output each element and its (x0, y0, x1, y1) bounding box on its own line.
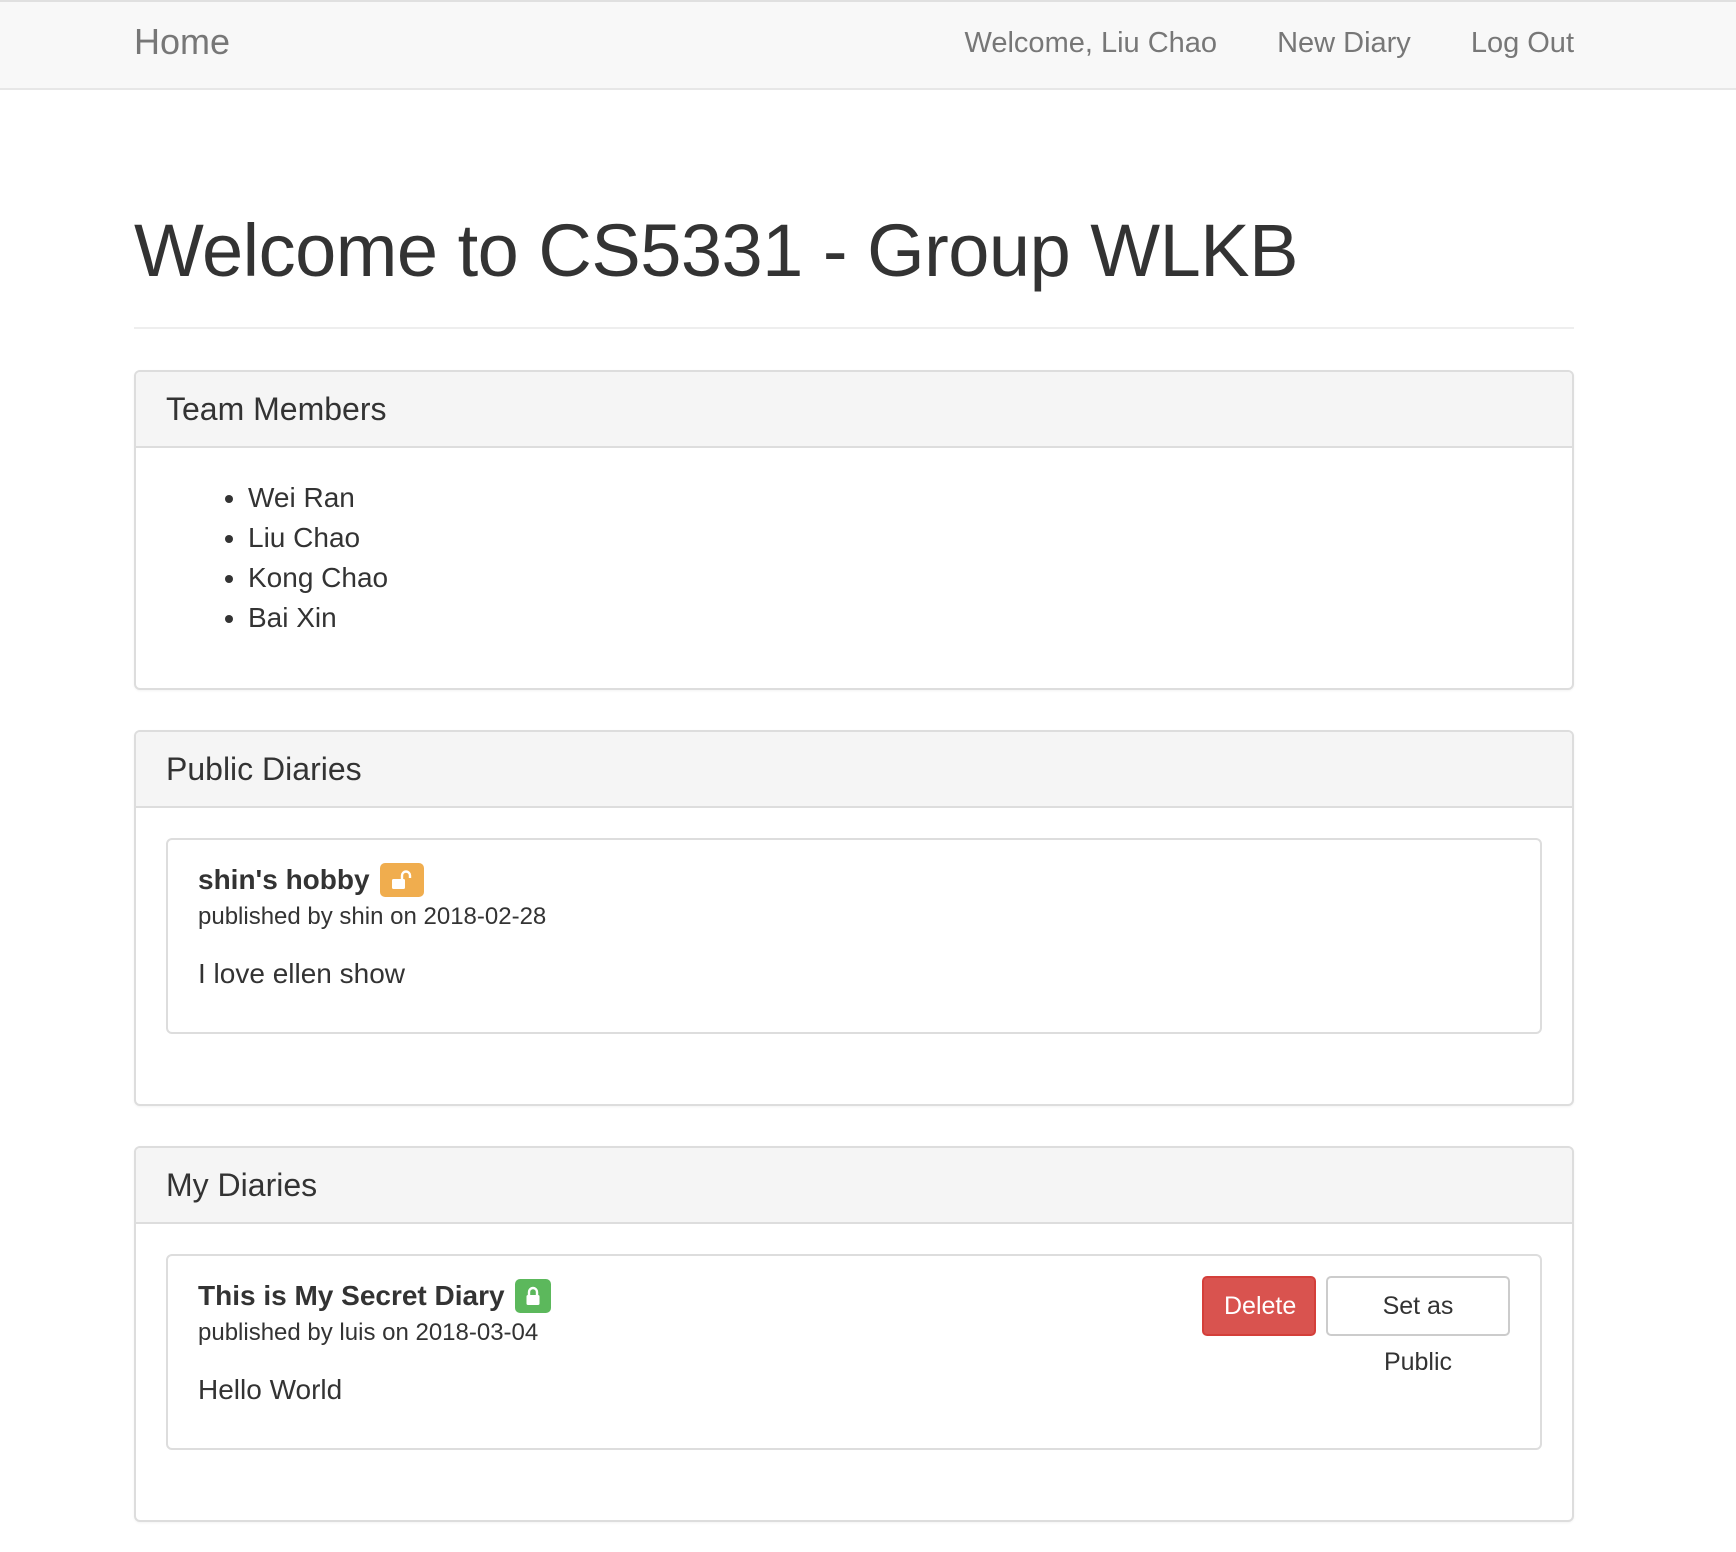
navbar-right: Welcome, Liu Chao New Diary Log Out (965, 24, 1574, 62)
diary-title: This is My Secret Diary (198, 1280, 505, 1311)
new-diary-link[interactable]: New Diary (1277, 24, 1411, 62)
diary-card: shin's hobby published by shin on 2018-0… (166, 838, 1542, 1034)
diary-meta: published by shin on 2018-02-28 (198, 903, 547, 930)
title-divider (134, 327, 1574, 329)
diary-content: I love ellen show (198, 958, 406, 989)
diary-title-row: This is My Secret Diary (198, 1278, 551, 1314)
panel-heading: Team Members (136, 372, 1572, 448)
list-item: Liu Chao (248, 518, 388, 558)
logout-link[interactable]: Log Out (1471, 24, 1574, 62)
set-public-button[interactable]: Set as Public (1326, 1276, 1510, 1376)
panel-heading: Public Diaries (136, 732, 1572, 808)
list-item: Wei Ran (248, 478, 388, 518)
diary-title-row: shin's hobby (198, 862, 424, 898)
public-diaries-panel: Public Diaries shin's hobby published by… (134, 730, 1574, 1106)
list-item: Bai Xin (248, 598, 388, 638)
team-members-panel: Team Members Wei Ran Liu Chao Kong Chao … (134, 370, 1574, 690)
diary-actions: Delete Set as Public (1202, 1276, 1510, 1376)
diary-title: shin's hobby (198, 864, 370, 895)
welcome-user-link[interactable]: Welcome, Liu Chao (965, 24, 1218, 62)
lock-icon (514, 1279, 551, 1313)
unlock-icon (379, 863, 424, 897)
my-diaries-panel: My Diaries This is My Secret Diary publi… (134, 1146, 1574, 1522)
member-list: Wei Ran Liu Chao Kong Chao Bai Xin (136, 478, 388, 638)
delete-button[interactable]: Delete (1202, 1276, 1316, 1336)
page-title: Welcome to CS5331 - Group WLKB (134, 209, 1299, 292)
panel-heading: My Diaries (136, 1148, 1572, 1224)
list-item: Kong Chao (248, 558, 388, 598)
diary-card: This is My Secret Diary published by lui… (166, 1254, 1542, 1450)
diary-meta: published by luis on 2018-03-04 (198, 1319, 539, 1346)
diary-content: Hello World (198, 1374, 343, 1405)
navbar: Home Welcome, Liu Chao New Diary Log Out (0, 0, 1736, 90)
home-link[interactable]: Home (134, 20, 230, 64)
